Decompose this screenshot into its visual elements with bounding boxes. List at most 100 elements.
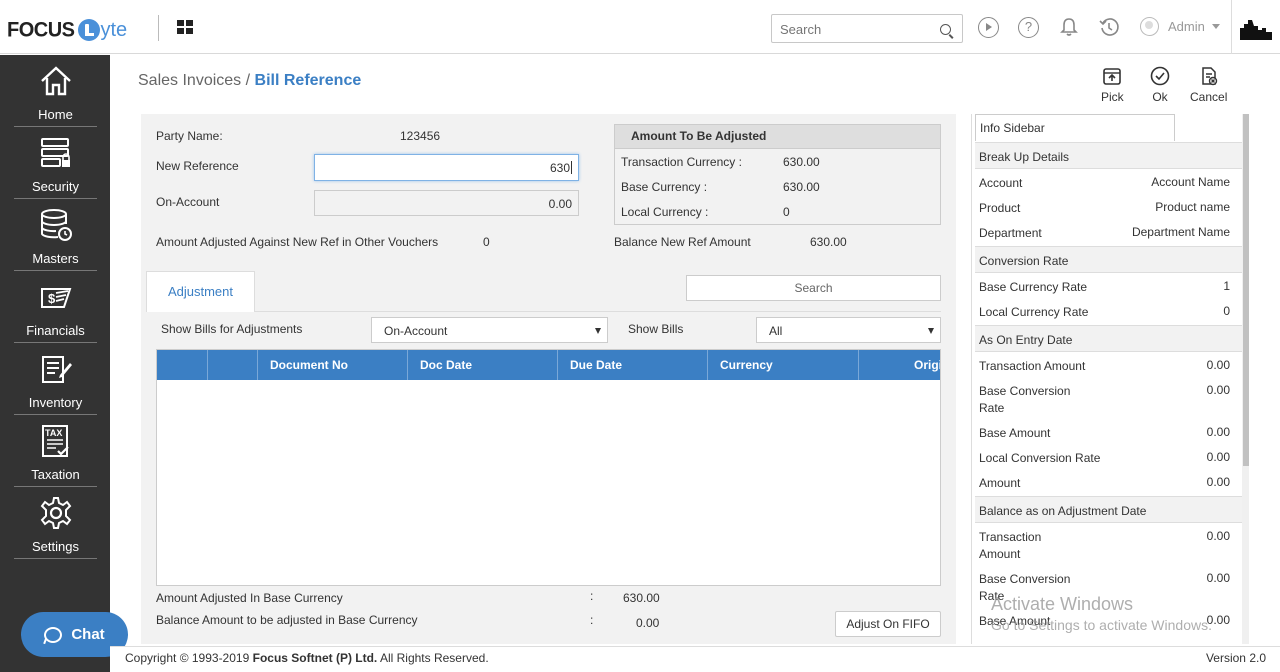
pick-button[interactable]: Pick bbox=[1101, 66, 1124, 104]
info-value: 0.00 bbox=[1206, 383, 1230, 397]
info-key: Base Amount bbox=[979, 426, 1051, 440]
info-value: Account Name bbox=[1151, 175, 1230, 189]
logo-l-circle bbox=[77, 19, 100, 41]
grid-col-document-no[interactable]: Document No bbox=[258, 350, 408, 380]
rights-text: All Rights Reserved. bbox=[379, 651, 489, 665]
chat-label: Chat bbox=[71, 626, 105, 643]
adjust-on-fifo-button[interactable]: Adjust On FIFO bbox=[835, 611, 941, 637]
global-search[interactable] bbox=[771, 14, 963, 43]
sidebar-item-masters[interactable]: Masters bbox=[14, 199, 97, 271]
financials-icon: $ bbox=[40, 288, 71, 308]
breadcrumb-parent[interactable]: Sales Invoices bbox=[138, 72, 241, 89]
ok-label: Ok bbox=[1152, 90, 1168, 104]
chevron-down-icon bbox=[1211, 24, 1220, 29]
header-divider bbox=[158, 15, 159, 41]
activate-windows-subtitle: Go to Settings to activate Windows. bbox=[991, 617, 1212, 633]
avatar bbox=[1140, 17, 1159, 36]
check-circle-icon bbox=[1150, 66, 1170, 86]
new-reference-input[interactable]: 630 bbox=[314, 154, 579, 181]
sidebar-item-home[interactable]: Home bbox=[14, 55, 97, 127]
sidebar-item-financials[interactable]: $ Financials bbox=[14, 271, 97, 343]
amount-to-be-adjusted-box: Amount To Be Adjusted Transaction Curren… bbox=[614, 124, 941, 225]
adjusted-base-label: Amount Adjusted In Base Currency bbox=[156, 591, 343, 605]
info-value: 0.00 bbox=[1206, 450, 1230, 464]
page-footer: Copyright © 1993-2019 Focus Softnet (P) … bbox=[110, 646, 1280, 672]
company-name: Focus Softnet (P) Ltd. bbox=[252, 651, 378, 665]
grid-col-index[interactable] bbox=[208, 350, 258, 380]
svg-text:TAX: TAX bbox=[45, 428, 62, 438]
adjust-box-title: Amount To Be Adjusted bbox=[615, 125, 940, 149]
tab-adjustment[interactable]: Adjustment bbox=[146, 271, 255, 312]
cancel-button[interactable]: Cancel bbox=[1190, 66, 1227, 104]
info-key: Local Currency Rate bbox=[979, 305, 1089, 319]
chat-bubble-icon bbox=[44, 626, 63, 643]
history-icon[interactable] bbox=[1098, 16, 1120, 38]
info-key: Product bbox=[979, 201, 1021, 215]
on-account-label: On-Account bbox=[156, 195, 220, 209]
sidebar-item-label: Masters bbox=[32, 251, 79, 266]
grid-header: Document No Doc Date Due Date Currency O… bbox=[157, 350, 940, 380]
global-search-input[interactable] bbox=[780, 21, 930, 37]
adjusted-other-value: 0 bbox=[483, 235, 490, 249]
adjusted-other-label: Amount Adjusted Against New Ref in Other… bbox=[156, 235, 439, 249]
grid-col-due-date[interactable]: Due Date bbox=[558, 350, 708, 380]
cancel-doc-icon bbox=[1201, 67, 1217, 86]
play-icon[interactable] bbox=[978, 17, 999, 38]
help-icon[interactable]: ? bbox=[1018, 17, 1039, 38]
breakup-details-header: Break Up Details bbox=[975, 142, 1242, 169]
ok-button[interactable]: Ok bbox=[1150, 66, 1170, 104]
sidebar-item-inventory[interactable]: Inventory bbox=[14, 343, 97, 415]
adjusted-base-value: 630.00 bbox=[623, 591, 660, 605]
sidebar-item-label: Home bbox=[38, 107, 73, 122]
adjusted-base-colon: : bbox=[590, 589, 594, 603]
bills-grid[interactable]: Document No Doc Date Due Date Currency O… bbox=[156, 349, 941, 586]
info-value: 0.00 bbox=[1206, 425, 1230, 439]
copyright: Copyright © 1993-2019 Focus Softnet (P) … bbox=[125, 651, 489, 665]
sidebar-item-taxation[interactable]: TAX Taxation bbox=[14, 415, 97, 487]
balance-new-ref-label: Balance New Ref Amount bbox=[614, 235, 751, 249]
info-key: Department bbox=[979, 226, 1042, 240]
info-key: Transaction Amount bbox=[979, 359, 1086, 373]
info-key: Transaction Amount bbox=[979, 530, 1042, 561]
show-bills-for-select[interactable]: On-Account bbox=[371, 317, 608, 343]
tab-underline bbox=[146, 311, 941, 312]
balance-base-value: 0.00 bbox=[636, 616, 660, 630]
info-scrollbar[interactable] bbox=[1242, 114, 1249, 644]
version-label: Version 2.0 bbox=[1205, 651, 1266, 665]
taxation-icon: TAX bbox=[41, 425, 69, 457]
sidebar-item-label: Inventory bbox=[28, 395, 83, 410]
grid-col-select[interactable] bbox=[157, 350, 208, 380]
sidebar-item-label: Settings bbox=[32, 539, 79, 554]
info-sidebar: Info Sidebar Break Up Details Account Acc… bbox=[971, 114, 1249, 644]
show-bills-select[interactable]: All bbox=[756, 317, 941, 343]
on-account-value: 0.00 bbox=[548, 197, 572, 211]
scrollbar-thumb[interactable] bbox=[1243, 114, 1249, 466]
left-nav: Home Security Masters $ Financials Inven… bbox=[0, 55, 110, 672]
app-grid-icon[interactable] bbox=[177, 20, 193, 34]
show-bills-for-label: Show Bills for Adjustments bbox=[161, 322, 303, 336]
conversion-rate-header: Conversion Rate bbox=[975, 246, 1242, 273]
grid-col-doc-date[interactable]: Doc Date bbox=[408, 350, 558, 380]
grid-search-input[interactable]: Search bbox=[686, 275, 941, 301]
info-key: Amount bbox=[979, 476, 1021, 490]
user-menu[interactable]: Admin bbox=[1140, 17, 1220, 36]
grid-col-original[interactable]: Original bbox=[859, 350, 940, 380]
page-title: Bill Reference bbox=[254, 72, 362, 89]
show-bills-label: Show Bills bbox=[628, 322, 684, 336]
adjust-row-value: 630.00 bbox=[783, 155, 820, 169]
balance-base-colon: : bbox=[590, 613, 594, 627]
balance-new-ref-value: 630.00 bbox=[810, 235, 847, 249]
adjust-row-value: 630.00 bbox=[783, 180, 820, 194]
info-value: 0.00 bbox=[1206, 358, 1230, 372]
grid-col-currency[interactable]: Currency bbox=[708, 350, 859, 380]
info-key: Base Currency Rate bbox=[979, 280, 1088, 294]
on-account-input[interactable]: 0.00 bbox=[314, 190, 579, 216]
search-icon[interactable] bbox=[940, 24, 951, 35]
info-value: Product name bbox=[1155, 200, 1230, 214]
sidebar-item-security[interactable]: Security bbox=[14, 127, 97, 199]
info-key: Account bbox=[979, 176, 1023, 190]
sidebar-item-settings[interactable]: Settings bbox=[14, 487, 97, 559]
balance-base-label: Balance Amount to be adjusted in Base Cu… bbox=[156, 613, 418, 627]
bell-icon[interactable] bbox=[1058, 16, 1080, 38]
focus-lyte-logo[interactable]: FOCUS yte bbox=[7, 17, 127, 43]
